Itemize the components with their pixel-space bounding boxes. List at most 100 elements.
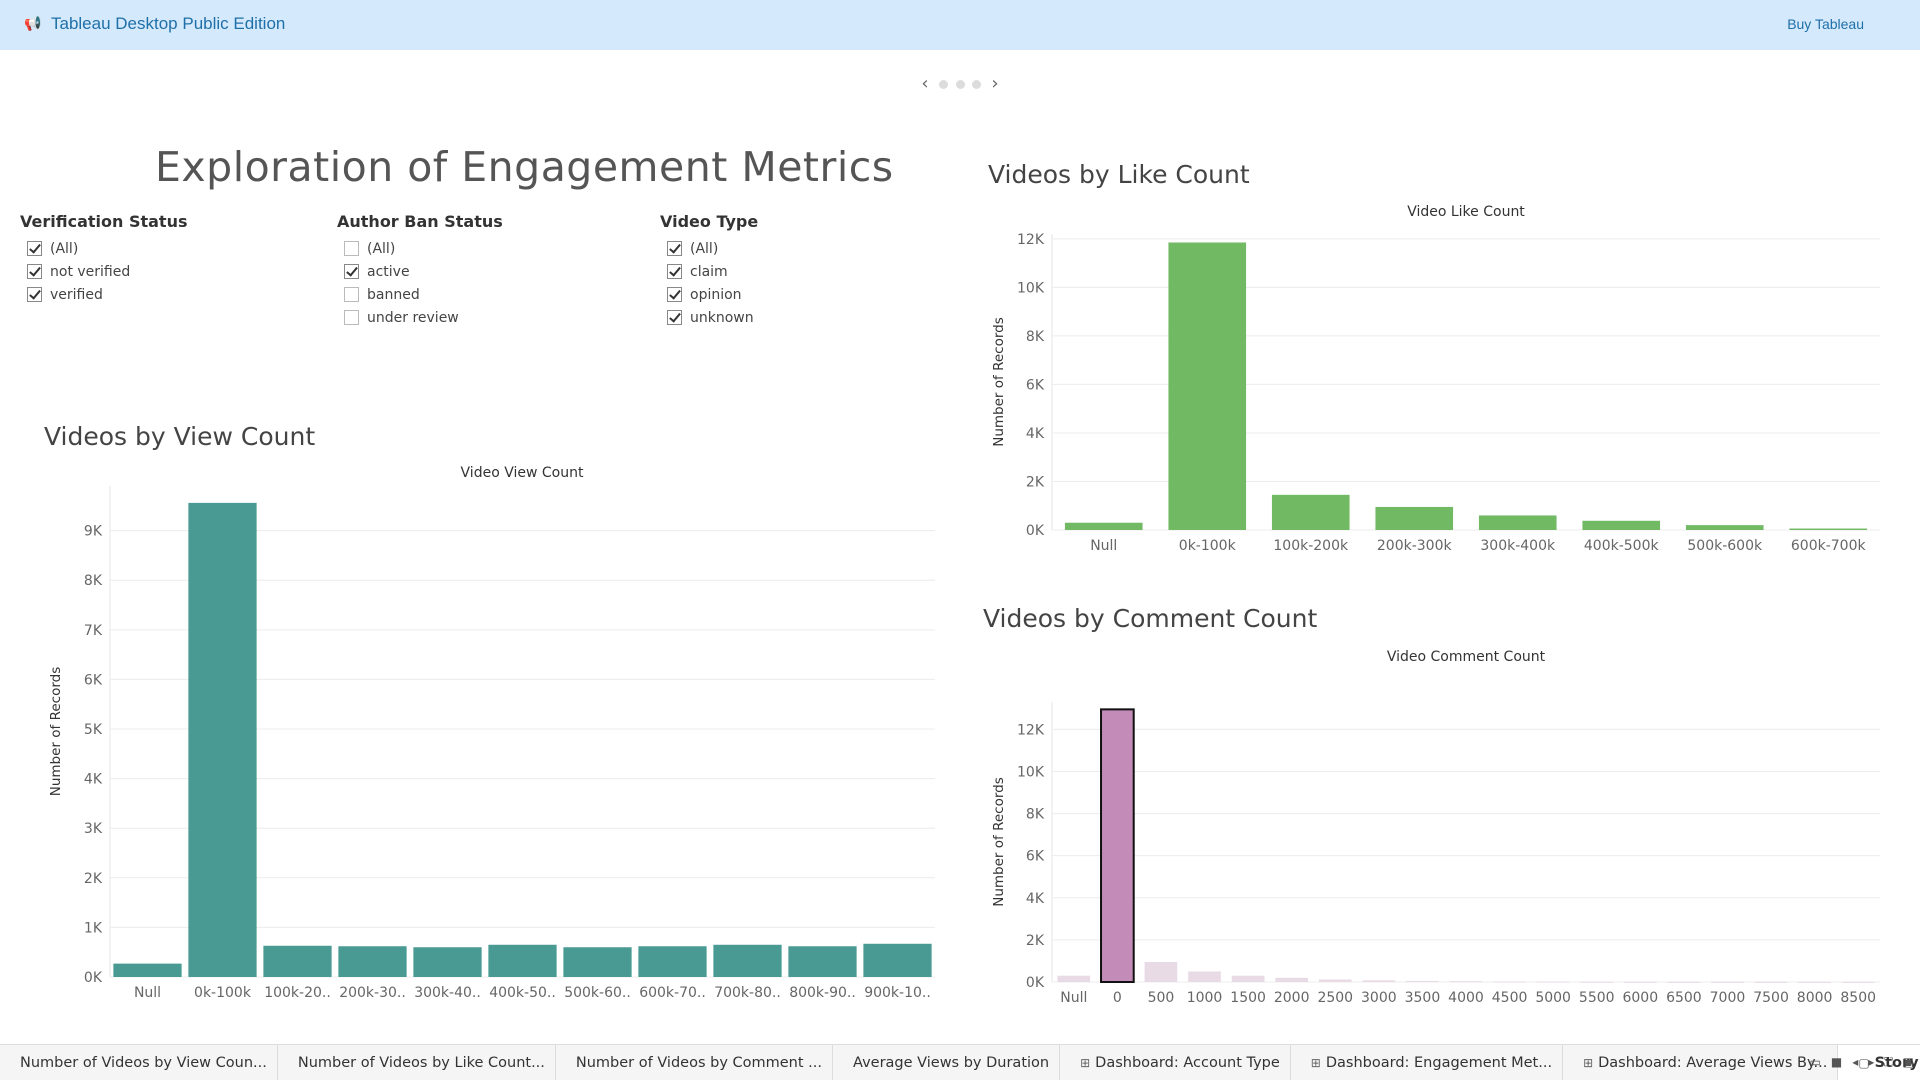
checkbox[interactable] <box>27 287 42 302</box>
y-tick-label: 12K <box>1017 722 1045 738</box>
prev-sheet-icon[interactable]: ◂ <box>1852 1055 1858 1070</box>
filter-option[interactable]: (All) <box>337 237 503 260</box>
bar[interactable] <box>1168 242 1247 530</box>
bar[interactable] <box>1275 977 1309 982</box>
bar[interactable] <box>1580 981 1614 983</box>
x-tick-label: Null <box>134 985 161 1001</box>
checkbox[interactable] <box>667 310 682 325</box>
sheet-tab[interactable]: ⊞ Dashboard: Engagement Met... <box>1291 1045 1564 1080</box>
top-banner: 📢 Tableau Desktop Public Edition Buy Tab… <box>0 0 1920 50</box>
checkbox[interactable] <box>27 241 42 256</box>
sheet-tab[interactable]: Number of Videos by Like Count... <box>278 1045 556 1080</box>
filter-option-label: unknown <box>690 309 754 326</box>
bar[interactable] <box>1188 971 1221 982</box>
bar[interactable] <box>1144 962 1178 982</box>
bar[interactable] <box>1064 522 1143 530</box>
x-tick-label: 400k-500k <box>1584 538 1660 554</box>
like-count-chart[interactable]: 0K 2K 4K 6K 8K 10K 12K Number of Records Null 0k-… <box>980 220 1890 560</box>
view-count-chart[interactable]: 0K 1K 2K 3K 4K 5K 6K 7K 8K 9K Number of Records Nul… <box>40 480 940 1010</box>
sheet-tab[interactable]: ⊞ Dashboard: Account Type <box>1060 1045 1291 1080</box>
x-tick-label: 0 <box>1113 990 1122 1006</box>
prev-story-point-button[interactable]: ‹ <box>918 74 932 94</box>
bar[interactable] <box>1685 525 1764 530</box>
filter-option[interactable]: under review <box>337 306 503 329</box>
bar[interactable] <box>488 944 557 977</box>
sheet-tab[interactable]: Average Views by Duration <box>833 1045 1061 1080</box>
bar[interactable] <box>1623 981 1657 983</box>
bar[interactable] <box>1667 981 1701 983</box>
filter-title: Verification Status <box>20 212 188 231</box>
bar[interactable] <box>1841 981 1875 983</box>
checkbox[interactable] <box>344 241 359 256</box>
story-point-dot[interactable] <box>971 79 981 89</box>
bar[interactable] <box>188 502 257 977</box>
filter-option[interactable]: banned <box>337 283 503 306</box>
bar[interactable] <box>1318 979 1352 982</box>
bar[interactable] <box>1478 515 1557 530</box>
sheet-tab[interactable]: ⊞ Dashboard: Average Views By... <box>1563 1045 1839 1080</box>
bar[interactable] <box>1789 528 1868 530</box>
bar[interactable] <box>1057 975 1091 982</box>
y-tick-label: 12K <box>1017 232 1045 248</box>
x-tick-label: 100k-200k <box>1273 538 1349 554</box>
bar[interactable] <box>1231 975 1265 982</box>
y-tick-label: 8K <box>1026 807 1045 823</box>
filter-option[interactable]: not verified <box>20 260 188 283</box>
checkbox[interactable] <box>344 264 359 279</box>
bar[interactable] <box>713 944 782 977</box>
story-point-dot[interactable] <box>955 79 965 89</box>
x-tick-label: 1000 <box>1187 990 1223 1006</box>
bar[interactable] <box>263 945 332 977</box>
checkbox[interactable] <box>667 264 682 279</box>
filter-option[interactable]: unknown <box>660 306 758 329</box>
filter-option[interactable]: (All) <box>20 237 188 260</box>
bar[interactable] <box>1582 520 1661 530</box>
story-point-dot[interactable] <box>939 79 949 89</box>
bar[interactable] <box>563 947 632 977</box>
bar[interactable] <box>1449 981 1483 983</box>
y-tick-label: 5K <box>84 722 103 738</box>
checkbox[interactable] <box>667 287 682 302</box>
bar[interactable] <box>638 946 707 977</box>
y-tick-label: 6K <box>84 672 103 688</box>
bar[interactable] <box>1754 981 1788 983</box>
bar[interactable] <box>1536 981 1570 983</box>
bar[interactable] <box>1711 981 1744 983</box>
dashboard-icon: ⊞ <box>1583 1055 1594 1070</box>
buy-tableau-link[interactable]: Buy Tableau <box>1787 16 1864 32</box>
filmstrip-icon[interactable]: ■ <box>1831 1055 1842 1070</box>
bar[interactable] <box>863 943 932 977</box>
bar[interactable] <box>1406 980 1439 982</box>
grid-view-icon[interactable]: ▭ <box>1810 1055 1821 1070</box>
bar[interactable] <box>1493 981 1526 983</box>
bar[interactable] <box>113 963 182 977</box>
present-icon[interactable]: ▣ <box>1903 1055 1914 1070</box>
filter-option[interactable]: verified <box>20 283 188 306</box>
x-tick-label: 5000 <box>1535 990 1571 1006</box>
filter-option[interactable]: claim <box>660 260 758 283</box>
sheet-tab[interactable]: Number of Videos by Comment ... <box>556 1045 833 1080</box>
bar[interactable] <box>1375 506 1454 530</box>
checkbox[interactable] <box>344 310 359 325</box>
sheet-tab-label: Number of Videos by View Coun... <box>20 1054 267 1071</box>
filter-option[interactable]: active <box>337 260 503 283</box>
sheet-tab[interactable]: Number of Videos by View Coun... <box>0 1045 278 1080</box>
bar[interactable] <box>1798 981 1831 983</box>
bar[interactable] <box>413 947 482 977</box>
bar[interactable] <box>1100 708 1135 984</box>
checkbox[interactable] <box>27 264 42 279</box>
next-story-point-button[interactable]: › <box>988 74 1002 94</box>
checkbox[interactable] <box>667 241 682 256</box>
bar[interactable] <box>1271 494 1350 530</box>
filter-title: Video Type <box>660 212 759 231</box>
checkbox[interactable] <box>344 287 359 302</box>
bar[interactable] <box>788 946 857 977</box>
y-tick-label: 9K <box>84 524 103 540</box>
filter-option[interactable]: opinion <box>660 283 758 306</box>
fullscreen-icon[interactable]: ⛶ <box>1884 1055 1892 1070</box>
comment-count-chart[interactable]: 0K 2K 4K 6K 8K 10K 12K Number of Records Null 0 50… <box>980 665 1890 1015</box>
filter-option[interactable]: (All) <box>660 237 758 260</box>
bar[interactable] <box>1362 980 1396 982</box>
next-sheet-icon[interactable]: ▸ <box>1868 1055 1874 1070</box>
bar[interactable] <box>338 946 407 977</box>
